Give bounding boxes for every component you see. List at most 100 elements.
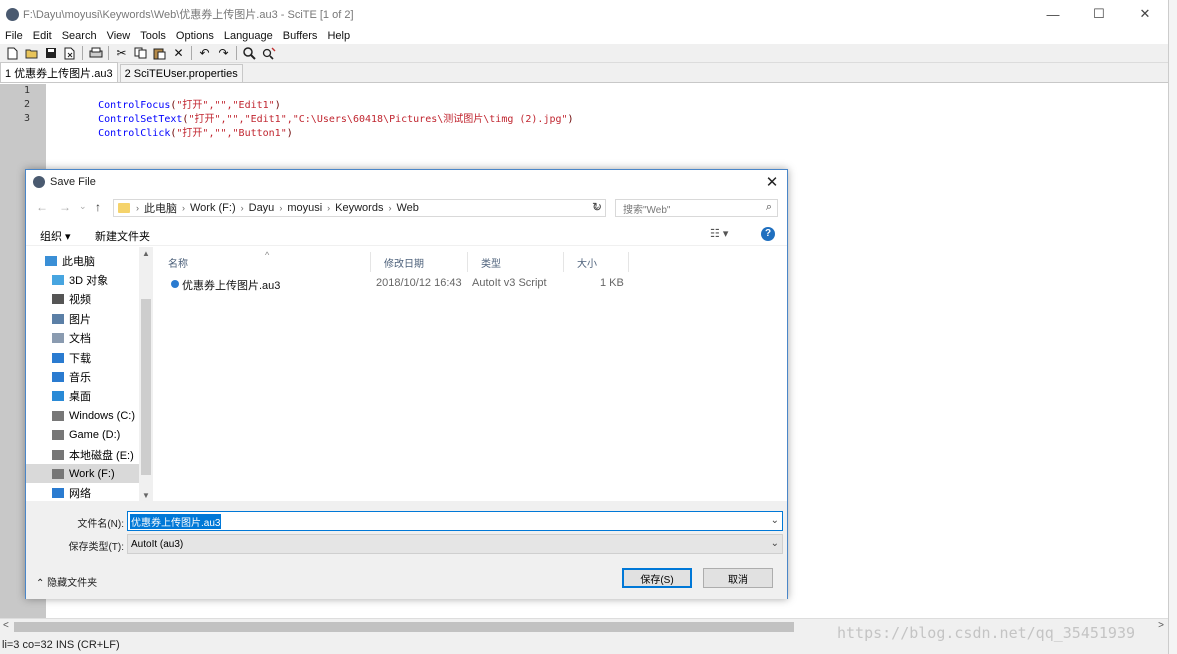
back-icon[interactable]: ← [36,200,48,214]
new-folder-button[interactable]: 新建文件夹 [95,228,150,244]
filetype-select[interactable]: AutoIt (au3) ⌄ [127,534,783,554]
nav-item[interactable]: 图片 [26,309,139,328]
chevron-up-icon[interactable]: ▲ [142,249,150,258]
chevron-right-icon[interactable]: › [136,203,139,213]
print-icon[interactable] [86,45,105,62]
breadcrumb-this-pc[interactable]: 此电脑 [144,200,177,216]
chevron-down-icon[interactable]: ⌄ [771,515,779,526]
navigation-scrollbar[interactable]: ▲ ▼ [139,247,153,501]
nav-item[interactable]: 本地磁盘 (E:) [26,445,139,464]
code-line[interactable]: ControlClick("打开","","Button1") [62,113,293,150]
search-icon[interactable]: ⌕ [766,201,772,214]
up-icon[interactable]: ↑ [95,200,101,214]
scroll-thumb[interactable] [14,622,794,632]
nav-item-label: 此电脑 [62,255,95,268]
scroll-thumb[interactable] [141,299,151,475]
maximize-button[interactable]: ☐ [1076,0,1122,28]
chevron-down-icon[interactable]: ⌄ [771,538,779,549]
chevron-right-icon[interactable]: › [241,203,244,213]
menu-file[interactable]: File [0,30,28,42]
column-header-type[interactable]: 类型 [468,252,564,272]
view-options-button[interactable]: ☷ ▾ [710,227,728,240]
window-edge [1168,0,1177,654]
file-list: 名称 ^ 修改日期 类型 大小 优惠券上传图片.au3 2018/10/12 1… [155,247,787,501]
nav-item[interactable]: 3D 对象 [26,270,139,289]
menu-search[interactable]: Search [57,30,102,42]
menu-language[interactable]: Language [219,30,278,42]
open-icon[interactable] [22,45,41,62]
refresh-icon[interactable]: ↻ [589,200,605,216]
scroll-left-icon[interactable]: < [3,620,9,631]
undo-icon[interactable]: ↶ [195,45,214,62]
nav-item-label: Work (F:) [69,467,115,480]
nav-item[interactable]: Work (F:) [26,464,139,484]
breadcrumb-moyusi[interactable]: moyusi [287,202,322,214]
breadcrumb-work[interactable]: Work (F:) [190,202,236,214]
toolbar-separator [236,46,237,60]
nav-item[interactable]: Game (D:) [26,426,139,445]
nav-item[interactable]: Windows (C:) [26,406,139,425]
close-button[interactable]: ✕ [1122,0,1168,28]
copy-icon[interactable] [131,45,150,62]
close-file-icon[interactable] [60,45,79,62]
cancel-button[interactable]: 取消 [703,568,773,588]
nav-item-label: 网络 [69,488,91,501]
nav-item[interactable]: 文档 [26,329,139,348]
minimize-button[interactable]: — [1030,0,1076,28]
tab-buffer-1[interactable]: 1 优惠券上传图片.au3 [0,62,118,82]
scroll-right-icon[interactable]: > [1158,620,1164,631]
menu-tools[interactable]: Tools [135,30,171,42]
recent-locations-icon[interactable]: ⌄ [79,201,87,212]
function-args: "打开","","Button1" [176,128,287,139]
watermark: https://blog.csdn.net/qq_35451939 [837,624,1136,642]
nav-item[interactable]: 音乐 [26,367,139,386]
dialog-close-button[interactable]: ✕ [763,173,781,191]
search-input[interactable]: 搜索"Web" ⌕ [615,199,778,217]
find-icon[interactable] [240,45,259,62]
nav-item[interactable]: 桌面 [26,387,139,406]
tab-buffer-2[interactable]: 2 SciTEUser.properties [119,64,243,82]
cut-icon[interactable]: ✂ [112,45,131,62]
save-button[interactable]: 保存(S) [622,568,692,588]
chevron-right-icon[interactable]: › [388,203,391,213]
delete-icon[interactable]: ✕ [169,45,188,62]
new-icon[interactable] [3,45,22,62]
file-row[interactable]: 优惠券上传图片.au3 2018/10/12 16:43 AutoIt v3 S… [165,275,635,293]
file-name: 优惠券上传图片.au3 [182,280,281,292]
hide-folders-toggle[interactable]: ⌃ 隐藏文件夹 [36,574,97,589]
organize-button[interactable]: 组织 ▾ [40,228,71,244]
chevron-right-icon[interactable]: › [327,203,330,213]
filename-field[interactable]: 优惠券上传图片.au3 ⌄ [127,511,783,531]
replace-icon[interactable] [259,45,278,62]
column-label: 类型 [481,258,501,270]
breadcrumb-dayu[interactable]: Dayu [249,202,275,214]
address-bar[interactable]: › 此电脑 › Work (F:) › Dayu › moyusi › Keyw… [113,199,606,217]
nav-item[interactable]: 此电脑 [26,251,139,270]
chevron-right-icon[interactable]: › [279,203,282,213]
paste-icon[interactable] [150,45,169,62]
menu-options[interactable]: Options [171,30,219,42]
nav-item[interactable]: 网络 [26,484,139,501]
chevron-right-icon[interactable]: › [182,203,185,213]
chevron-down-icon[interactable]: ▼ [142,491,150,500]
breadcrumb-keywords[interactable]: Keywords [335,202,383,214]
menu-view[interactable]: View [102,30,136,42]
forward-icon[interactable]: → [59,200,71,214]
menu-edit[interactable]: Edit [28,30,57,42]
menu-buffers[interactable]: Buffers [278,30,323,42]
save-icon[interactable] [41,45,60,62]
breadcrumb-web[interactable]: Web [396,202,418,214]
status-text: li=3 co=32 INS (CR+LF) [2,638,120,651]
nav-item[interactable]: 视频 [26,290,139,309]
column-header-size[interactable]: 大小 [564,252,629,272]
buffer-tabs: 1 优惠券上传图片.au3 2 SciTEUser.properties [0,62,1168,83]
nav-item[interactable]: 下载 [26,348,139,367]
dialog-title: Save File [50,176,96,188]
filename-label: 文件名(N): [77,519,124,530]
redo-icon[interactable]: ↷ [214,45,233,62]
menu-help[interactable]: Help [322,30,355,42]
help-icon[interactable]: ? [761,227,775,241]
save-options-panel: 文件名(N): 优惠券上传图片.au3 ⌄ 保存类型(T): AutoIt (a… [26,501,787,599]
column-header-name[interactable]: 名称 ^ [155,250,371,272]
column-header-date[interactable]: 修改日期 [371,252,468,272]
